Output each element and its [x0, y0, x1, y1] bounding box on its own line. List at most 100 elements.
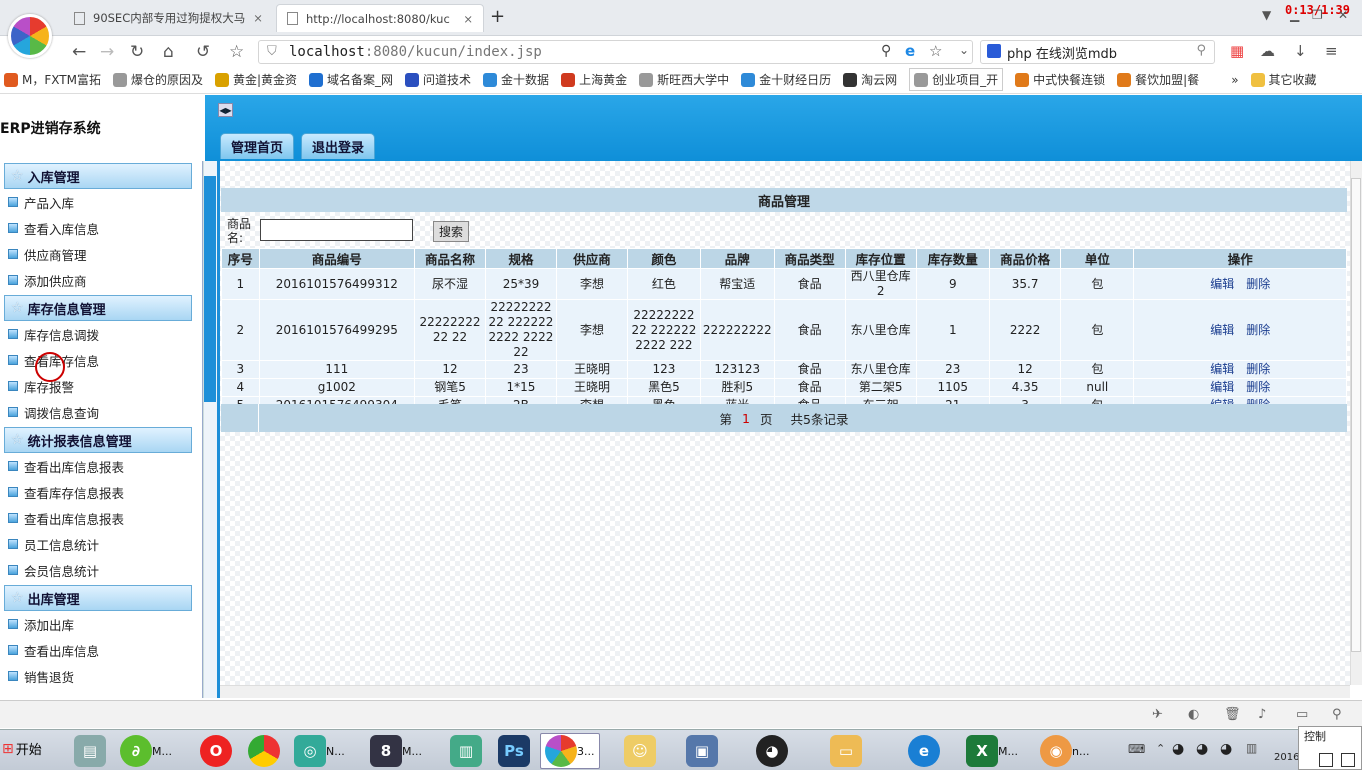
zoom-icon[interactable]: ⚲	[1332, 707, 1342, 722]
search-box[interactable]: php 在线浏览mdb ⚲	[980, 40, 1215, 64]
close-tab-icon[interactable]: ×	[455, 12, 473, 26]
qq-tray-icon[interactable]: ◕	[1172, 741, 1184, 757]
taskbar-app[interactable]: X M...	[962, 733, 1022, 769]
favorite-star-icon[interactable]: ☆	[929, 42, 942, 60]
volume-icon[interactable]: ♪	[1258, 707, 1266, 722]
taskbar-app[interactable]: ▥	[446, 733, 486, 769]
delete-link[interactable]: 删除	[1246, 277, 1270, 291]
taskbar-app[interactable]: O	[196, 733, 236, 769]
bookmark-item[interactable]: 金十数据	[483, 71, 549, 88]
pin-icon[interactable]: ▼	[1262, 8, 1271, 22]
qq-tray-icon[interactable]: ◕	[1196, 741, 1208, 757]
qq-tray-icon[interactable]: ◕	[1220, 741, 1232, 757]
browser-tab-2[interactable]: http://localhost:8080/kuc ×	[276, 4, 484, 32]
taskbar-app[interactable]: ▣	[682, 733, 722, 769]
keyboard-icon[interactable]: ⌨	[1128, 742, 1145, 756]
tray-icon[interactable]: ▥	[1246, 741, 1257, 755]
browser-logo[interactable]	[8, 14, 52, 58]
collapse-sidebar-icon[interactable]: ◀▶	[218, 103, 233, 117]
address-bar[interactable]: ⛉ localhost:8080/kucun/index.jsp ⚲ e ☆ ⌄	[258, 40, 973, 64]
reload-icon[interactable]: ↻	[130, 42, 144, 62]
admin-home-button[interactable]: 管理首页	[220, 133, 295, 159]
undo-icon[interactable]: ↺	[196, 42, 210, 62]
search-button[interactable]: 搜索	[433, 221, 469, 242]
other-bookmarks-folder[interactable]: 其它收藏	[1250, 71, 1317, 88]
taskbar-app[interactable]: ☺	[620, 733, 660, 769]
edit-link[interactable]: 编辑	[1210, 277, 1234, 291]
taskbar-app[interactable]: ▭	[826, 733, 866, 769]
pin-icon[interactable]: ✈	[1152, 707, 1163, 722]
more-bookmarks-button[interactable]: »	[1231, 73, 1238, 87]
sidebar-scrollbar-thumb[interactable]	[204, 176, 216, 402]
sidebar-item[interactable]: 调拨信息查询	[0, 399, 202, 425]
back-icon[interactable]: ←	[72, 42, 86, 62]
taskbar-app[interactable]: ∂ M...	[116, 733, 176, 769]
product-name-search-input[interactable]	[260, 219, 413, 241]
content-horizontal-scrollbar[interactable]	[220, 685, 1350, 698]
sidebar-section-outbound[interactable]: ☆ 出库管理	[4, 585, 192, 611]
sidebar-item[interactable]: 查看库存信息报表	[0, 479, 202, 505]
control-popup[interactable]: 控制	[1298, 726, 1362, 770]
bookmark-item[interactable]: 中式快餐连锁	[1015, 71, 1105, 88]
sidebar-item[interactable]: 会员信息统计	[0, 557, 202, 583]
edit-link[interactable]: 编辑	[1210, 362, 1234, 376]
taskbar-app[interactable]: 8 M...	[366, 733, 426, 769]
sidebar-item[interactable]: 添加出库	[0, 611, 202, 637]
bookmark-item[interactable]: 金十财经日历	[741, 71, 831, 88]
sidebar-item[interactable]: 库存报警	[0, 373, 202, 399]
browser-tab-1[interactable]: 90SEC内部专用过狗提权大马 ×	[64, 4, 272, 32]
sidebar-item[interactable]: 查看入库信息	[0, 215, 202, 241]
sidebar-section-reports[interactable]: ☆ 统计报表信息管理	[4, 427, 192, 453]
zoom-icon[interactable]: ⚲	[881, 43, 891, 59]
minimize-icon[interactable]: ▁	[1290, 8, 1299, 22]
trash-icon[interactable]: 🗑	[1224, 707, 1241, 722]
search-icon[interactable]: ⚲	[1196, 43, 1206, 58]
taskbar-app[interactable]: ◉ n...	[1036, 733, 1093, 769]
sidebar-item[interactable]: 销售退货	[0, 663, 202, 689]
current-page-number[interactable]: 1	[742, 411, 750, 426]
bookmark-item[interactable]: 创业项目_开	[909, 68, 1004, 91]
bookmark-item[interactable]: 域名备案_网	[309, 71, 393, 88]
chevron-down-icon[interactable]: ⌄	[959, 43, 969, 57]
control-button-icon[interactable]	[1319, 753, 1333, 767]
taskbar-app[interactable]: ▤	[70, 733, 110, 769]
sidebar-section-inventory[interactable]: ☆ 库存信息管理	[4, 295, 192, 321]
sidebar-item[interactable]: 查看出库信息报表	[0, 453, 202, 479]
close-window-icon[interactable]: ✕	[1338, 8, 1348, 22]
bookmark-item[interactable]: 黄金|黄金资	[214, 71, 297, 88]
taskbar-app[interactable]: ◕	[752, 733, 792, 769]
delete-link[interactable]: 删除	[1246, 380, 1270, 394]
cloud-icon[interactable]: ☁	[1260, 42, 1275, 60]
url-text[interactable]: localhost:8080/kucun/index.jsp	[289, 44, 542, 60]
sidebar-item[interactable]: 供应商管理	[0, 241, 202, 267]
sidebar-item[interactable]: 添加供应商	[0, 267, 202, 293]
bookmark-item[interactable]: 爆仓的原因及	[112, 71, 203, 88]
bookmark-item[interactable]: 问道技术	[405, 71, 471, 88]
bookmark-star-icon[interactable]: ☆	[229, 42, 244, 62]
taskbar-app[interactable]: e	[904, 733, 944, 769]
menu-icon[interactable]: ≡	[1325, 42, 1338, 60]
content-scrollbar-thumb[interactable]	[1351, 178, 1361, 652]
sidebar-item[interactable]: 库存信息调拨	[0, 321, 202, 347]
tray-expand-icon[interactable]: ⌃	[1156, 742, 1165, 755]
bookmark-item[interactable]: 上海黄金	[561, 71, 627, 88]
delete-link[interactable]: 删除	[1246, 362, 1270, 376]
edit-link[interactable]: 编辑	[1210, 380, 1234, 394]
edit-link[interactable]: 编辑	[1210, 323, 1234, 337]
apps-grid-icon[interactable]: ▦	[1230, 42, 1244, 60]
new-tab-button[interactable]: +	[490, 6, 505, 27]
download-icon[interactable]: ↓	[1294, 42, 1307, 60]
sidebar-item[interactable]: 产品入库	[0, 189, 202, 215]
start-button[interactable]: ⊞ 开始	[2, 739, 42, 759]
taskbar-app[interactable]: Ps	[494, 733, 534, 769]
ie-mode-icon[interactable]: e	[905, 42, 915, 60]
taskbar-app[interactable]	[244, 733, 284, 769]
sidebar-item[interactable]: 查看库存信息	[0, 347, 202, 373]
bookmark-item[interactable]: M，FXTM富拓	[4, 71, 101, 88]
bookmark-item[interactable]: 淘云网	[843, 71, 897, 88]
sidebar-item[interactable]: 查看出库信息报表	[0, 505, 202, 531]
delete-link[interactable]: 删除	[1246, 323, 1270, 337]
close-tab-icon[interactable]: ×	[245, 11, 263, 25]
window-icon[interactable]: ▭	[1296, 707, 1308, 722]
sidebar-item[interactable]: 员工信息统计	[0, 531, 202, 557]
